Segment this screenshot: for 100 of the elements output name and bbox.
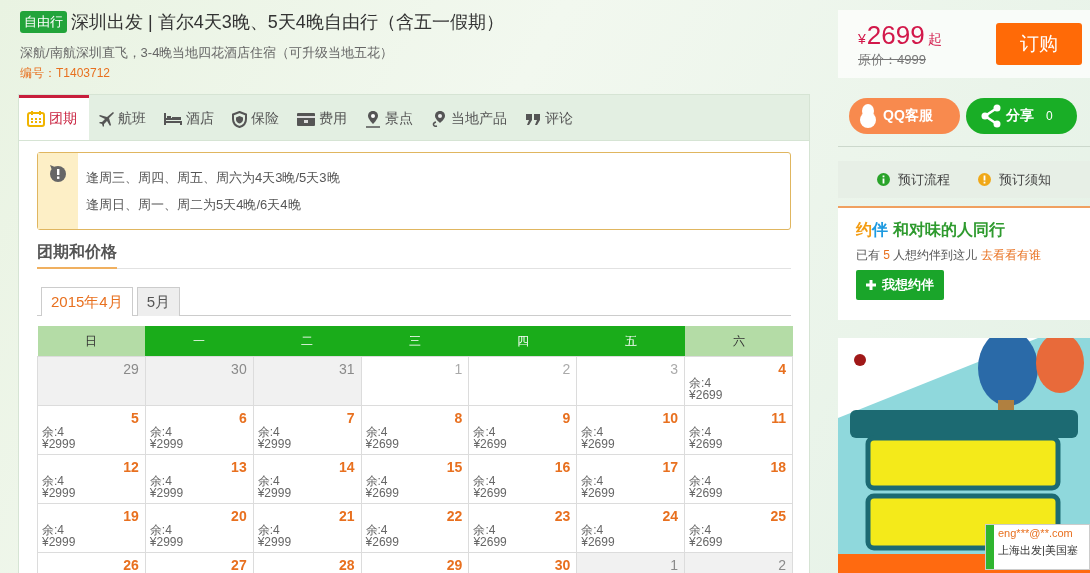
day-price: ¥2699 [473,438,508,450]
day-number: 22 [446,508,463,524]
weekday-header: 六 [684,326,793,357]
calendar-day[interactable]: 21 余:4 ¥2999 [253,503,362,553]
seats-left: 余:4 [257,524,281,536]
day-number: 12 [123,459,139,475]
booking-link[interactable]: 预订须知 [999,170,1051,189]
calendar-day[interactable]: 17 余:4 ¥2699 [576,454,685,504]
calendar-day[interactable]: 7 余:4 ¥2999 [253,405,362,455]
product-code: 编号：T1403712 [20,65,112,82]
calendar-day[interactable]: 19 余:4 ¥2999 [37,503,146,553]
day-number: 29 [446,557,463,573]
calendar-day[interactable]: 12 余:4 ¥2999 [37,454,146,504]
currency-sign: ¥ [858,30,866,47]
location-pin-icon [365,110,381,128]
seats-left: 余:4 [149,524,173,536]
nav-tab[interactable]: 团期 [19,95,89,140]
notice-text: 逢周三、周四、周五、周六为4天3晚/5天3晚 [86,169,340,187]
nav-tab[interactable]: 保险 [223,95,288,140]
nav-tab[interactable]: 酒店 [155,95,223,140]
day-number: 14 [338,459,355,475]
see-who-link[interactable]: 去看看有谁 [981,247,1042,264]
calendar-day[interactable]: 10 余:4 ¥2699 [576,405,685,455]
day-number: 24 [662,508,679,524]
seats-left: 余:4 [689,475,713,487]
plus-icon [866,280,876,290]
day-number: 11 [771,410,786,426]
nav-tab[interactable]: 景点 [356,95,422,140]
calendar-day[interactable]: 13 余:4 ¥2999 [145,454,254,504]
calendar-day[interactable]: 24 余:4 ¥2699 [576,503,685,553]
day-number: 18 [770,459,786,475]
seats-left: 余:4 [473,524,497,536]
booking-link[interactable]: 预订流程 [898,170,950,189]
seats-left: 余:4 [473,426,497,438]
calendar-day[interactable]: 25 余:4 ¥2699 [684,503,793,553]
calendar-day[interactable]: 14 余:4 ¥2999 [253,454,362,504]
weekday-header: 三 [361,326,469,357]
day-number: 25 [770,508,786,524]
day-number: 1 [670,557,679,573]
nav-tab[interactable]: 航班 [89,95,155,140]
day-number: 19 [123,508,139,524]
notice-text: 逢周日、周一、周二为5天4晚/6天4晚 [86,196,302,214]
nav-tab[interactable]: 当地产品 [422,95,516,140]
shield-icon [232,110,247,128]
price-suffix: 起 [927,30,942,49]
day-price: ¥2699 [689,389,724,401]
seats-left: 余:4 [257,426,281,438]
seats-left: 余:4 [365,426,389,438]
month-tab[interactable]: 2015年4月 [41,287,133,316]
find-companion-button[interactable]: 我想约伴 [856,270,944,300]
weekday-header: 四 [468,326,577,357]
calendar-day[interactable]: 6 余:4 ¥2999 [145,405,254,455]
day-price: ¥2999 [42,438,77,450]
day-number: 31 [338,361,355,377]
day-price: ¥2699 [365,487,400,499]
original-price: 原价：4999 [858,50,927,69]
seats-left: 余:4 [581,426,605,438]
day-price: ¥2999 [257,438,293,450]
weekday-header: 二 [253,326,362,357]
calendar-day[interactable]: 16 余:4 ¥2699 [468,454,577,504]
seats-left: 余:4 [257,475,281,487]
day-number: 21 [338,508,355,524]
calendar-day[interactable]: 9 余:4 ¥2699 [468,405,577,455]
calendar-day[interactable]: 11 余:4 ¥2699 [684,405,793,455]
calendar-icon [27,111,45,127]
day-number: 6 [238,410,247,426]
seats-left: 余:4 [42,426,65,438]
day-price: ¥2699 [689,536,724,548]
nav-tab[interactable]: 评论 [516,95,582,140]
bed-icon [164,112,182,126]
seats-left: 余:4 [581,475,605,487]
seats-left: 余:4 [581,524,605,536]
day-number: 9 [562,410,571,426]
alert-icon [48,163,68,183]
companion-text: 已有 5 人想约伴到这儿 [856,247,978,264]
calendar-day[interactable]: 15 余:4 ¥2699 [361,454,469,504]
day-price: ¥2699 [581,536,616,548]
info-icon [877,173,890,186]
calendar-day[interactable]: 18 余:4 ¥2699 [684,454,793,504]
calendar-day[interactable]: 4 余:4 ¥2699 [684,356,793,406]
day-number: 4 [778,361,786,377]
day-price: ¥2999 [149,438,185,450]
nav-tab[interactable]: 费用 [288,95,356,140]
day-price: ¥2699 [581,438,616,450]
calendar-day[interactable]: 22 余:4 ¥2699 [361,503,469,553]
price-amount: 2699 [866,19,925,51]
month-tab[interactable]: 5月 [136,287,181,316]
seats-left: 余:4 [689,524,713,536]
day-number: 15 [446,459,463,475]
day-price: ¥2999 [149,487,185,499]
calendar-day[interactable]: 23 余:4 ¥2699 [468,503,577,553]
calendar-day[interactable]: 20 余:4 ¥2999 [145,503,254,553]
day-price: ¥2999 [257,536,293,548]
calendar-day[interactable]: 5 余:4 ¥2999 [37,405,146,455]
day-number: 29 [123,361,139,377]
calendar-day[interactable]: 8 余:4 ¥2699 [361,405,469,455]
subtitle: 深航/南航深圳直飞，3-4晚当地四花酒店住宿（可升级当地五花） [20,44,395,62]
popup-text: 上海出发|美国塞 [998,543,1078,558]
seats-left: 余:4 [42,524,65,536]
weekday-header: 五 [576,326,685,357]
